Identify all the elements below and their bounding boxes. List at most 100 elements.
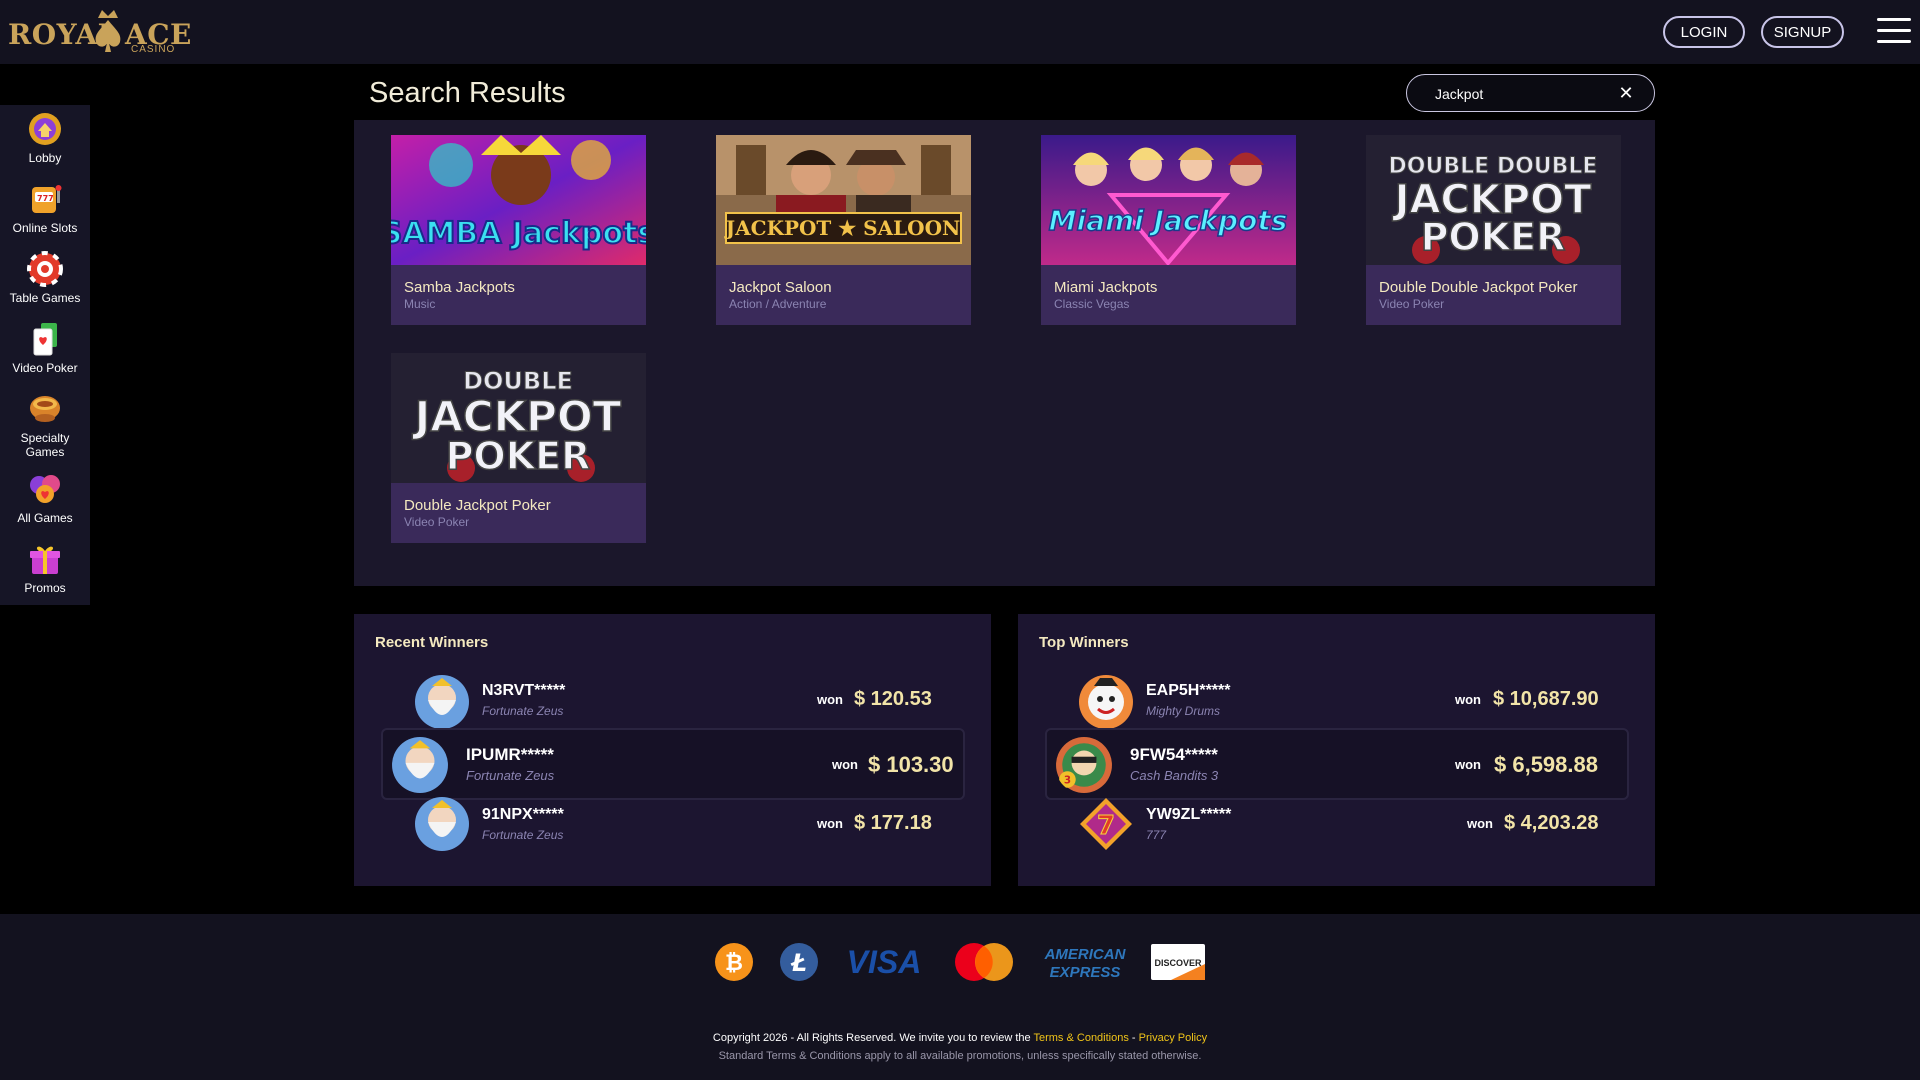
sidebar-item-label: Specialty Games [20, 431, 70, 459]
game-thumbnail: JACKPOT ★ SALOON [716, 135, 971, 265]
top-winners-title: Top Winners [1039, 634, 1129, 651]
win-amount: $ 4,203.28 [1504, 812, 1599, 834]
game-card-jackpot-saloon[interactable]: JACKPOT ★ SALOON Jackpot Saloon Action /… [716, 135, 971, 325]
american-express-logo: AMERICAN EXPRESS [1044, 946, 1127, 980]
game-category: Classic Vegas [1054, 297, 1130, 311]
sidebar-item-specialty-games[interactable]: Specialty Games [0, 391, 90, 459]
won-label: won [1455, 757, 1481, 772]
litecoin-icon: Ł [780, 943, 818, 981]
svg-text:₿: ₿ [725, 951, 743, 976]
game-card-miami-jackpots[interactable]: Miami Jackpots Miami Jackpots Classic Ve… [1041, 135, 1296, 325]
sidebar-item-label: Video Poker [12, 361, 78, 375]
sidebar-item-video-poker[interactable]: Video Poker [0, 321, 90, 375]
game-category: Music [404, 297, 436, 311]
winner-row[interactable]: EAP5H***** Mighty Drums won $ 10,687.90 [1018, 672, 1655, 732]
page-title: Search Results [369, 77, 566, 109]
search-input[interactable] [1435, 84, 1605, 104]
game-title: Double Double Jackpot Poker [1379, 279, 1578, 296]
svg-text:Ł: Ł [790, 949, 807, 977]
sidebar-item-all-games[interactable]: All Games [0, 471, 90, 525]
bitcoin-icon: ₿ [715, 943, 753, 981]
copyright-text: Copyright 2026 - All Rights Reserved. We… [0, 1032, 1920, 1044]
spade-crown-icon [95, 10, 121, 52]
svg-text:3: 3 [1064, 775, 1071, 787]
game-title: Jackpot Saloon [729, 279, 832, 296]
all-games-icon [30, 475, 60, 503]
win-amount: $ 120.53 [854, 688, 932, 710]
svg-text:7: 7 [1097, 811, 1115, 841]
winner-game: Fortunate Zeus [482, 704, 564, 718]
copyright-line: Copyright 2026 - All Rights Reserved. We… [712, 1032, 1031, 1044]
zeus-avatar [415, 797, 469, 851]
sidebar-item-table-games[interactable]: Table Games [0, 251, 90, 305]
win-amount: $ 6,598.88 [1494, 752, 1598, 777]
thumbnail-art-text: DOUBLE [463, 367, 573, 395]
visa-logo: VISA [847, 944, 922, 980]
thumbnail-art-text: Miami Jackpots [1049, 204, 1288, 237]
won-label: won [1467, 816, 1493, 831]
search-results-panel: SAMBA Jackpots Samba Jackpots Music JACK… [354, 120, 1655, 586]
sidebar-item-label: Table Games [9, 291, 81, 305]
won-label: won [832, 757, 858, 772]
hamburger-menu-icon[interactable] [1877, 18, 1911, 44]
game-thumbnail: SAMBA Jackpots [391, 135, 646, 265]
winner-row[interactable]: N3RVT***** Fortunate Zeus won $ 120.53 [354, 672, 991, 732]
sidebar-item-promos[interactable]: Promos [0, 541, 90, 595]
footer: ₿ Ł VISA AMERICAN EXPRESS DISCOVER Copyr… [0, 914, 1920, 1080]
game-title: Miami Jackpots [1054, 279, 1158, 296]
terms-link[interactable]: Terms & Conditions [1033, 1032, 1128, 1044]
signup-button[interactable]: SIGNUP [1761, 16, 1844, 48]
sidebar-item-online-slots[interactable]: 777 Online Slots [0, 181, 90, 235]
privacy-policy-link[interactable]: Privacy Policy [1139, 1032, 1207, 1044]
thumbnail-art-text: POKER [446, 434, 591, 478]
zeus-avatar [392, 737, 448, 793]
winner-row[interactable]: 91NPX***** Fortunate Zeus won $ 177.18 [354, 796, 991, 856]
game-title: Samba Jackpots [404, 279, 515, 296]
sidebar-item-label: Online Slots [12, 221, 78, 235]
game-card-double-double-jackpot-poker[interactable]: DOUBLE DOUBLE JACKPOT POKER Double Doubl… [1366, 135, 1621, 325]
sidebar-item-label: Promos [24, 581, 66, 595]
game-category: Video Poker [1379, 297, 1445, 311]
winner-row-highlighted[interactable]: IPUMR***** Fortunate Zeus won $ 103.30 [381, 728, 965, 800]
game-card-samba-jackpots[interactable]: SAMBA Jackpots Samba Jackpots Music [391, 135, 646, 325]
sidebar-item-label: Lobby [28, 151, 62, 165]
zeus-avatar [415, 675, 469, 729]
royal-ace-logo[interactable]: ROYAL ACE CASINO [8, 8, 191, 58]
search-box[interactable]: ✕ [1406, 74, 1655, 112]
top-header: ROYAL ACE CASINO LOGIN SIGNUP [0, 0, 1920, 64]
winner-game: Fortunate Zeus [482, 828, 564, 842]
gift-icon [30, 546, 60, 574]
winner-game: 777 [1146, 828, 1167, 842]
winner-game: Mighty Drums [1146, 704, 1221, 718]
winner-game: Cash Bandits 3 [1130, 768, 1219, 783]
close-icon[interactable]: ✕ [1616, 83, 1636, 103]
svg-text:777: 777 [37, 194, 54, 203]
slot-machine-icon: 777 [32, 185, 62, 213]
winner-username: YW9ZL***** [1146, 806, 1232, 823]
game-thumbnail: DOUBLE DOUBLE JACKPOT POKER [1366, 135, 1621, 265]
login-button[interactable]: LOGIN [1663, 16, 1745, 48]
winner-username: IPUMR***** [466, 745, 554, 764]
winner-row-highlighted[interactable]: 3 9FW54***** Cash Bandits 3 won $ 6,598.… [1045, 728, 1629, 800]
logo-sub-casino: CASINO [131, 44, 176, 55]
sidebar-item-label: All Games [17, 511, 73, 525]
sidebar-item-lobby[interactable]: Lobby [0, 111, 90, 165]
thumbnail-art-text: JACKPOT ★ SALOON [724, 216, 961, 240]
win-amount: $ 103.30 [868, 752, 954, 777]
won-label: won [817, 692, 843, 707]
sidebar-nav: Lobby 777 Online Slots Table Games Video… [0, 105, 90, 605]
roulette-chip-icon [27, 251, 63, 287]
playing-cards-icon [33, 323, 57, 356]
game-thumbnail: Miami Jackpots [1041, 135, 1296, 265]
amex-logo-text: EXPRESS [1050, 964, 1121, 980]
winner-row[interactable]: 7 YW9ZL***** 777 won $ 4,203.28 [1018, 796, 1655, 856]
recent-winners-title: Recent Winners [375, 634, 489, 651]
winner-username: 9FW54***** [1130, 745, 1218, 764]
lobby-icon [29, 113, 61, 145]
thumbnail-art-text: DOUBLE DOUBLE [1389, 154, 1598, 179]
game-thumbnail: DOUBLE JACKPOT POKER [391, 353, 646, 483]
discover-logo: DISCOVER [1151, 944, 1205, 980]
game-card-double-jackpot-poker[interactable]: DOUBLE JACKPOT POKER Double Jackpot Poke… [391, 353, 646, 543]
seven-avatar: 7 [1080, 798, 1132, 850]
win-amount: $ 10,687.90 [1493, 688, 1599, 710]
